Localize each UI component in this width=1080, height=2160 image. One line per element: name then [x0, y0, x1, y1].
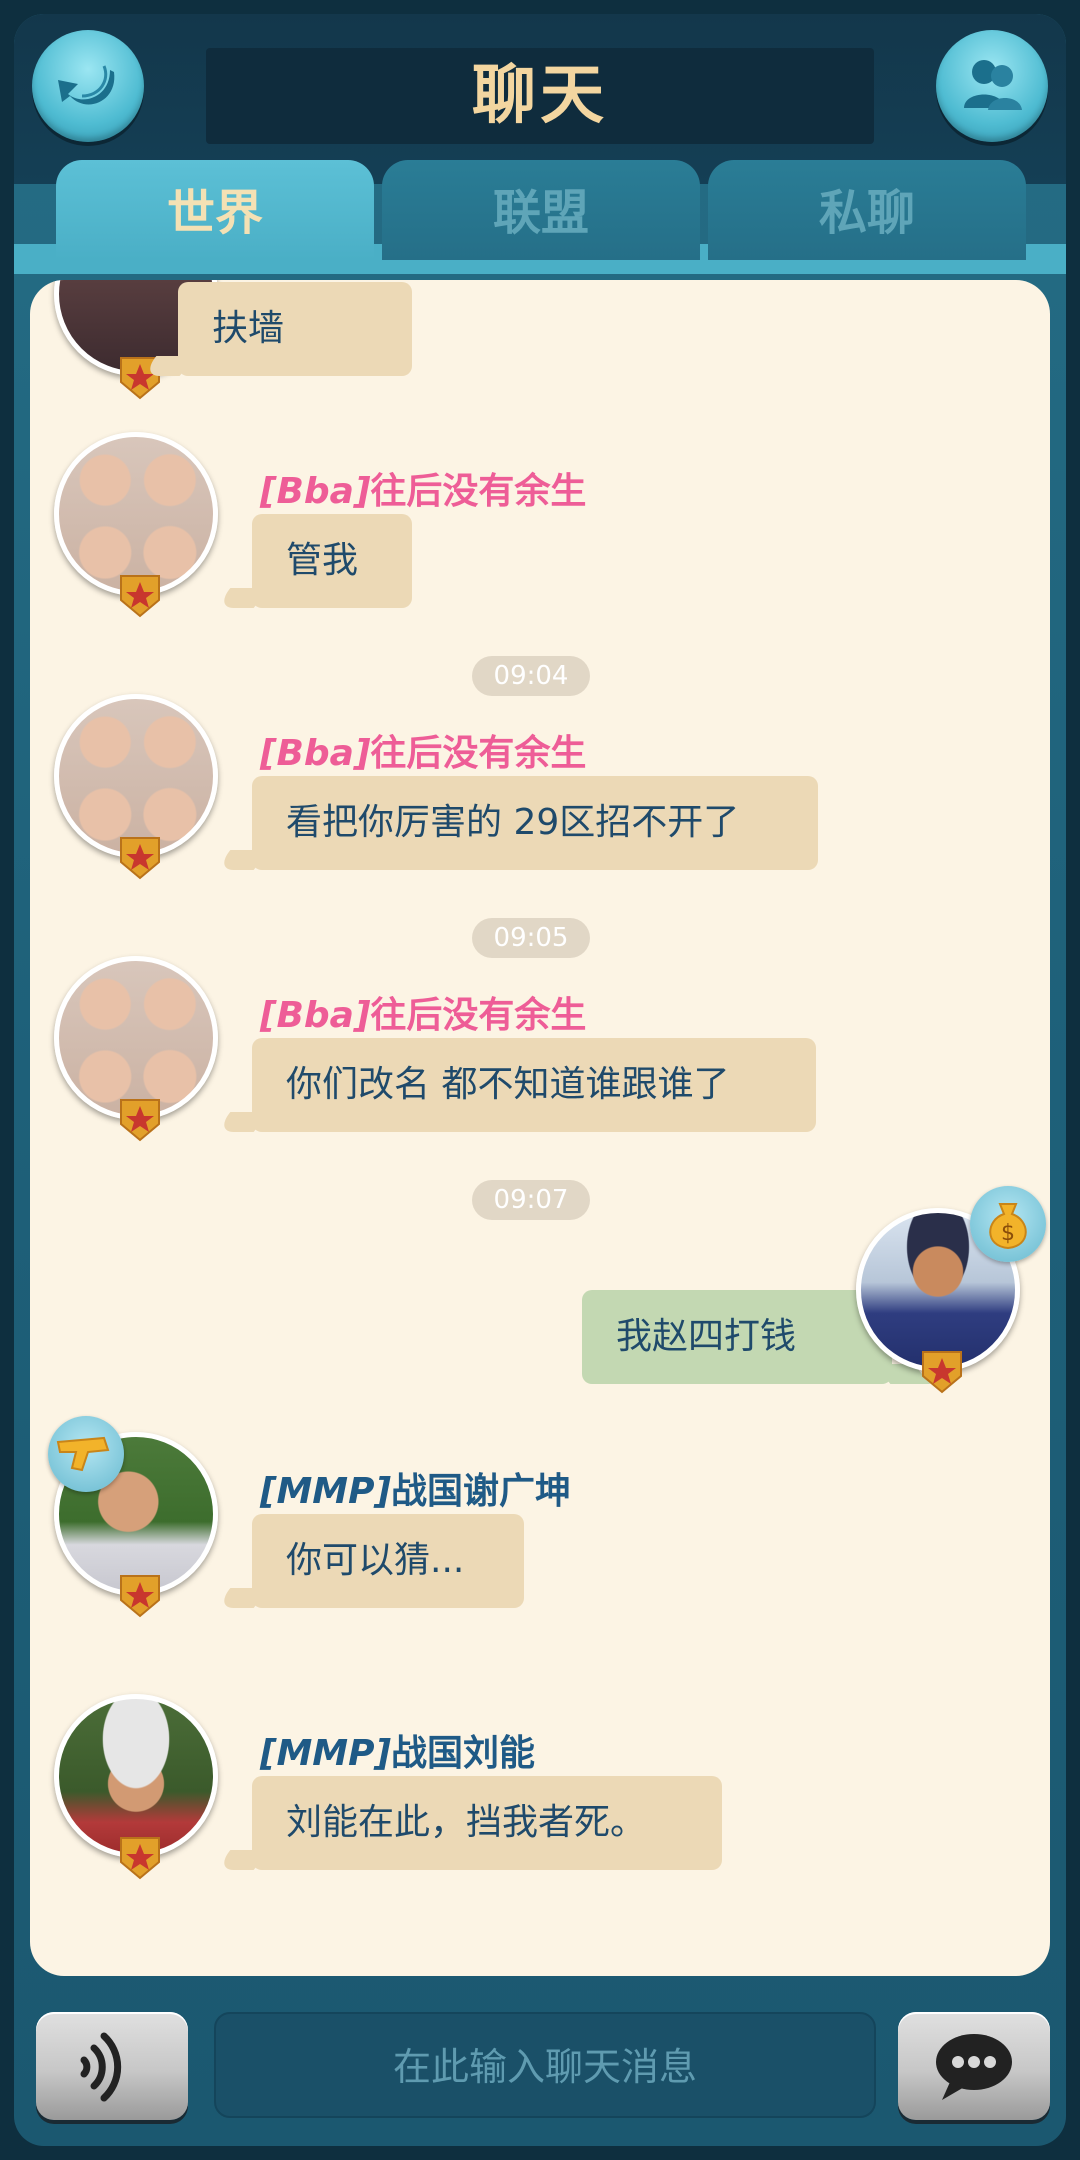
message-bubble[interactable]: 你可以猜... [252, 1514, 524, 1608]
chat-bubble-icon [936, 2034, 1012, 2100]
rank-badge-icon [120, 837, 160, 880]
sender-nickname: 往后没有余生 [370, 471, 587, 512]
chat-panel[interactable]: 扶墙 [Bba]往后没有余生 管我 09:04 [Bba]往后没有余生 看把你厉… [30, 280, 1050, 1976]
voice-icon [80, 2032, 122, 2102]
self-message-bubble[interactable]: 我赵四打钱 [582, 1290, 892, 1384]
back-button[interactable] [32, 30, 144, 142]
timestamp: 09:04 [472, 656, 590, 696]
message-bubble[interactable]: 扶墙 [178, 282, 412, 376]
friends-button[interactable] [936, 30, 1048, 142]
sender-nickname: 战国谢广坤 [390, 1471, 571, 1512]
title-bar: 聊天 [14, 14, 1066, 184]
message-bubble[interactable]: 管我 [252, 514, 412, 608]
timestamp: 09:05 [472, 918, 590, 958]
rank-badge-icon [922, 1351, 962, 1394]
input-bar: 在此输入聊天消息 [14, 1986, 1066, 2146]
sender-name: [MMP]战国刘能 [260, 1724, 535, 1776]
sender-name: [MMP]战国谢广坤 [260, 1462, 571, 1514]
gun-icon [48, 1416, 124, 1492]
sender-tag: [Bba] [260, 471, 371, 512]
sender-tag: [Bba] [260, 995, 371, 1036]
rank-badge-icon [120, 575, 160, 618]
tab-alliance[interactable]: 联盟 [382, 160, 700, 260]
sender-name: [Bba]往后没有余生 [260, 462, 586, 514]
message-bubble[interactable]: 你们改名 都不知道谁跟谁了 [252, 1038, 816, 1132]
send-button[interactable] [898, 2012, 1050, 2120]
sender-tag: [Bba] [260, 733, 371, 774]
voice-button[interactable] [36, 2012, 188, 2120]
back-arrow-icon [58, 65, 115, 105]
timestamp: 09:07 [472, 1180, 590, 1220]
app-frame: 聊天 世界 联盟 私聊 扶墙 [Bba]往后没有余生 管我 09:04 [Bba… [14, 14, 1066, 2146]
money-bag-icon: $ [970, 1186, 1046, 1262]
friends-icon [964, 60, 1022, 110]
tab-world[interactable]: 世界 [56, 160, 374, 260]
svg-text:$: $ [1001, 1221, 1015, 1246]
sender-nickname: 战国刘能 [390, 1733, 535, 1774]
page-title: 聊天 [472, 59, 608, 133]
rank-badge-icon [120, 1575, 160, 1618]
sender-name: [Bba]往后没有余生 [260, 986, 586, 1038]
rank-badge-icon [120, 1837, 160, 1880]
sender-tag: [MMP] [260, 1471, 391, 1512]
rank-badge-icon [120, 1099, 160, 1142]
message-bubble[interactable]: 刘能在此，挡我者死。 [252, 1776, 722, 1870]
sender-nickname: 往后没有余生 [370, 995, 587, 1036]
message-bubble[interactable]: 看把你厉害的 29区招不开了 [252, 776, 818, 870]
chat-input[interactable]: 在此输入聊天消息 [214, 2012, 876, 2118]
sender-nickname: 往后没有余生 [370, 733, 587, 774]
sender-name: [Bba]往后没有余生 [260, 724, 586, 776]
sender-tag: [MMP] [260, 1733, 391, 1774]
tab-private[interactable]: 私聊 [708, 160, 1026, 260]
